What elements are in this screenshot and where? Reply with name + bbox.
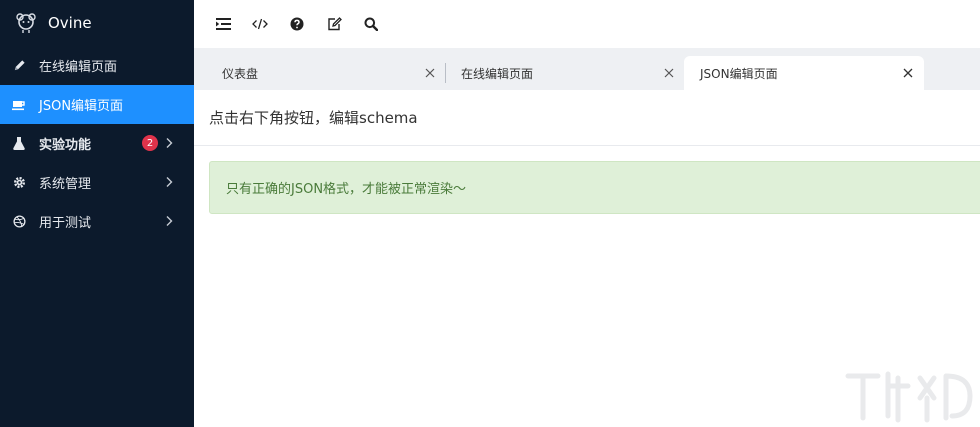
sidebar-item-label: JSON编辑页面 — [39, 99, 124, 114]
tab-bar: 仪表盘 在线编辑页面 JSON编辑页面 — [194, 48, 980, 90]
tab-label: 在线编辑页面 — [461, 66, 534, 81]
sidebar-item-testing[interactable]: 用于测试 — [0, 202, 194, 241]
pencil-icon — [12, 59, 26, 73]
success-alert: 只有正确的JSON格式，才能被正常渲染～ — [209, 161, 980, 214]
sidebar-item-label: 实验功能 — [39, 138, 92, 153]
brand[interactable]: Ovine — [0, 0, 194, 46]
sidebar: Ovine 在线编辑页面 JSON编辑页面 实验功能 2 系统管理 用于测试 — [0, 0, 194, 427]
top-toolbar — [194, 0, 980, 48]
close-icon[interactable] — [903, 68, 913, 78]
alert-message: 只有正确的JSON格式，才能被正常渲染～ — [226, 182, 467, 197]
cup-icon — [12, 98, 26, 112]
sidebar-item-system-management[interactable]: 系统管理 — [0, 163, 194, 202]
tab-label: JSON编辑页面 — [700, 66, 778, 81]
page-header: 点击右下角按钮，编辑schema — [194, 90, 980, 146]
close-icon[interactable] — [664, 68, 674, 78]
watermark-logo-icon — [845, 371, 973, 423]
tab-online-editor[interactable]: 在线编辑页面 — [433, 56, 681, 90]
toggle-sidebar-icon[interactable] — [214, 15, 232, 33]
chevron-right-icon — [166, 177, 173, 187]
dribbble-icon — [12, 215, 26, 229]
chevron-right-icon — [166, 216, 173, 226]
edit-icon[interactable] — [325, 15, 343, 33]
search-icon[interactable] — [362, 15, 380, 33]
gear-icon — [12, 176, 26, 190]
chevron-right-icon — [166, 138, 173, 148]
notification-badge: 2 — [142, 135, 158, 151]
sidebar-item-label: 用于测试 — [39, 216, 92, 231]
app-name: Ovine — [48, 14, 92, 32]
tab-json-editor[interactable]: JSON编辑页面 — [684, 56, 924, 90]
page-title: 点击右下角按钮，编辑schema — [209, 109, 418, 127]
code-icon[interactable] — [251, 15, 269, 33]
sidebar-item-label: 在线编辑页面 — [39, 60, 118, 75]
sidebar-item-json-editor[interactable]: JSON编辑页面 — [0, 85, 194, 124]
sheep-logo-icon — [16, 13, 36, 33]
sidebar-item-label: 系统管理 — [39, 177, 92, 192]
flask-icon — [12, 137, 26, 151]
tab-label: 仪表盘 — [222, 66, 259, 81]
tab-dashboard[interactable]: 仪表盘 — [194, 56, 442, 90]
sidebar-item-online-editor[interactable]: 在线编辑页面 — [0, 46, 194, 85]
help-icon[interactable] — [288, 15, 306, 33]
sidebar-item-experimental[interactable]: 实验功能 2 — [0, 124, 194, 163]
